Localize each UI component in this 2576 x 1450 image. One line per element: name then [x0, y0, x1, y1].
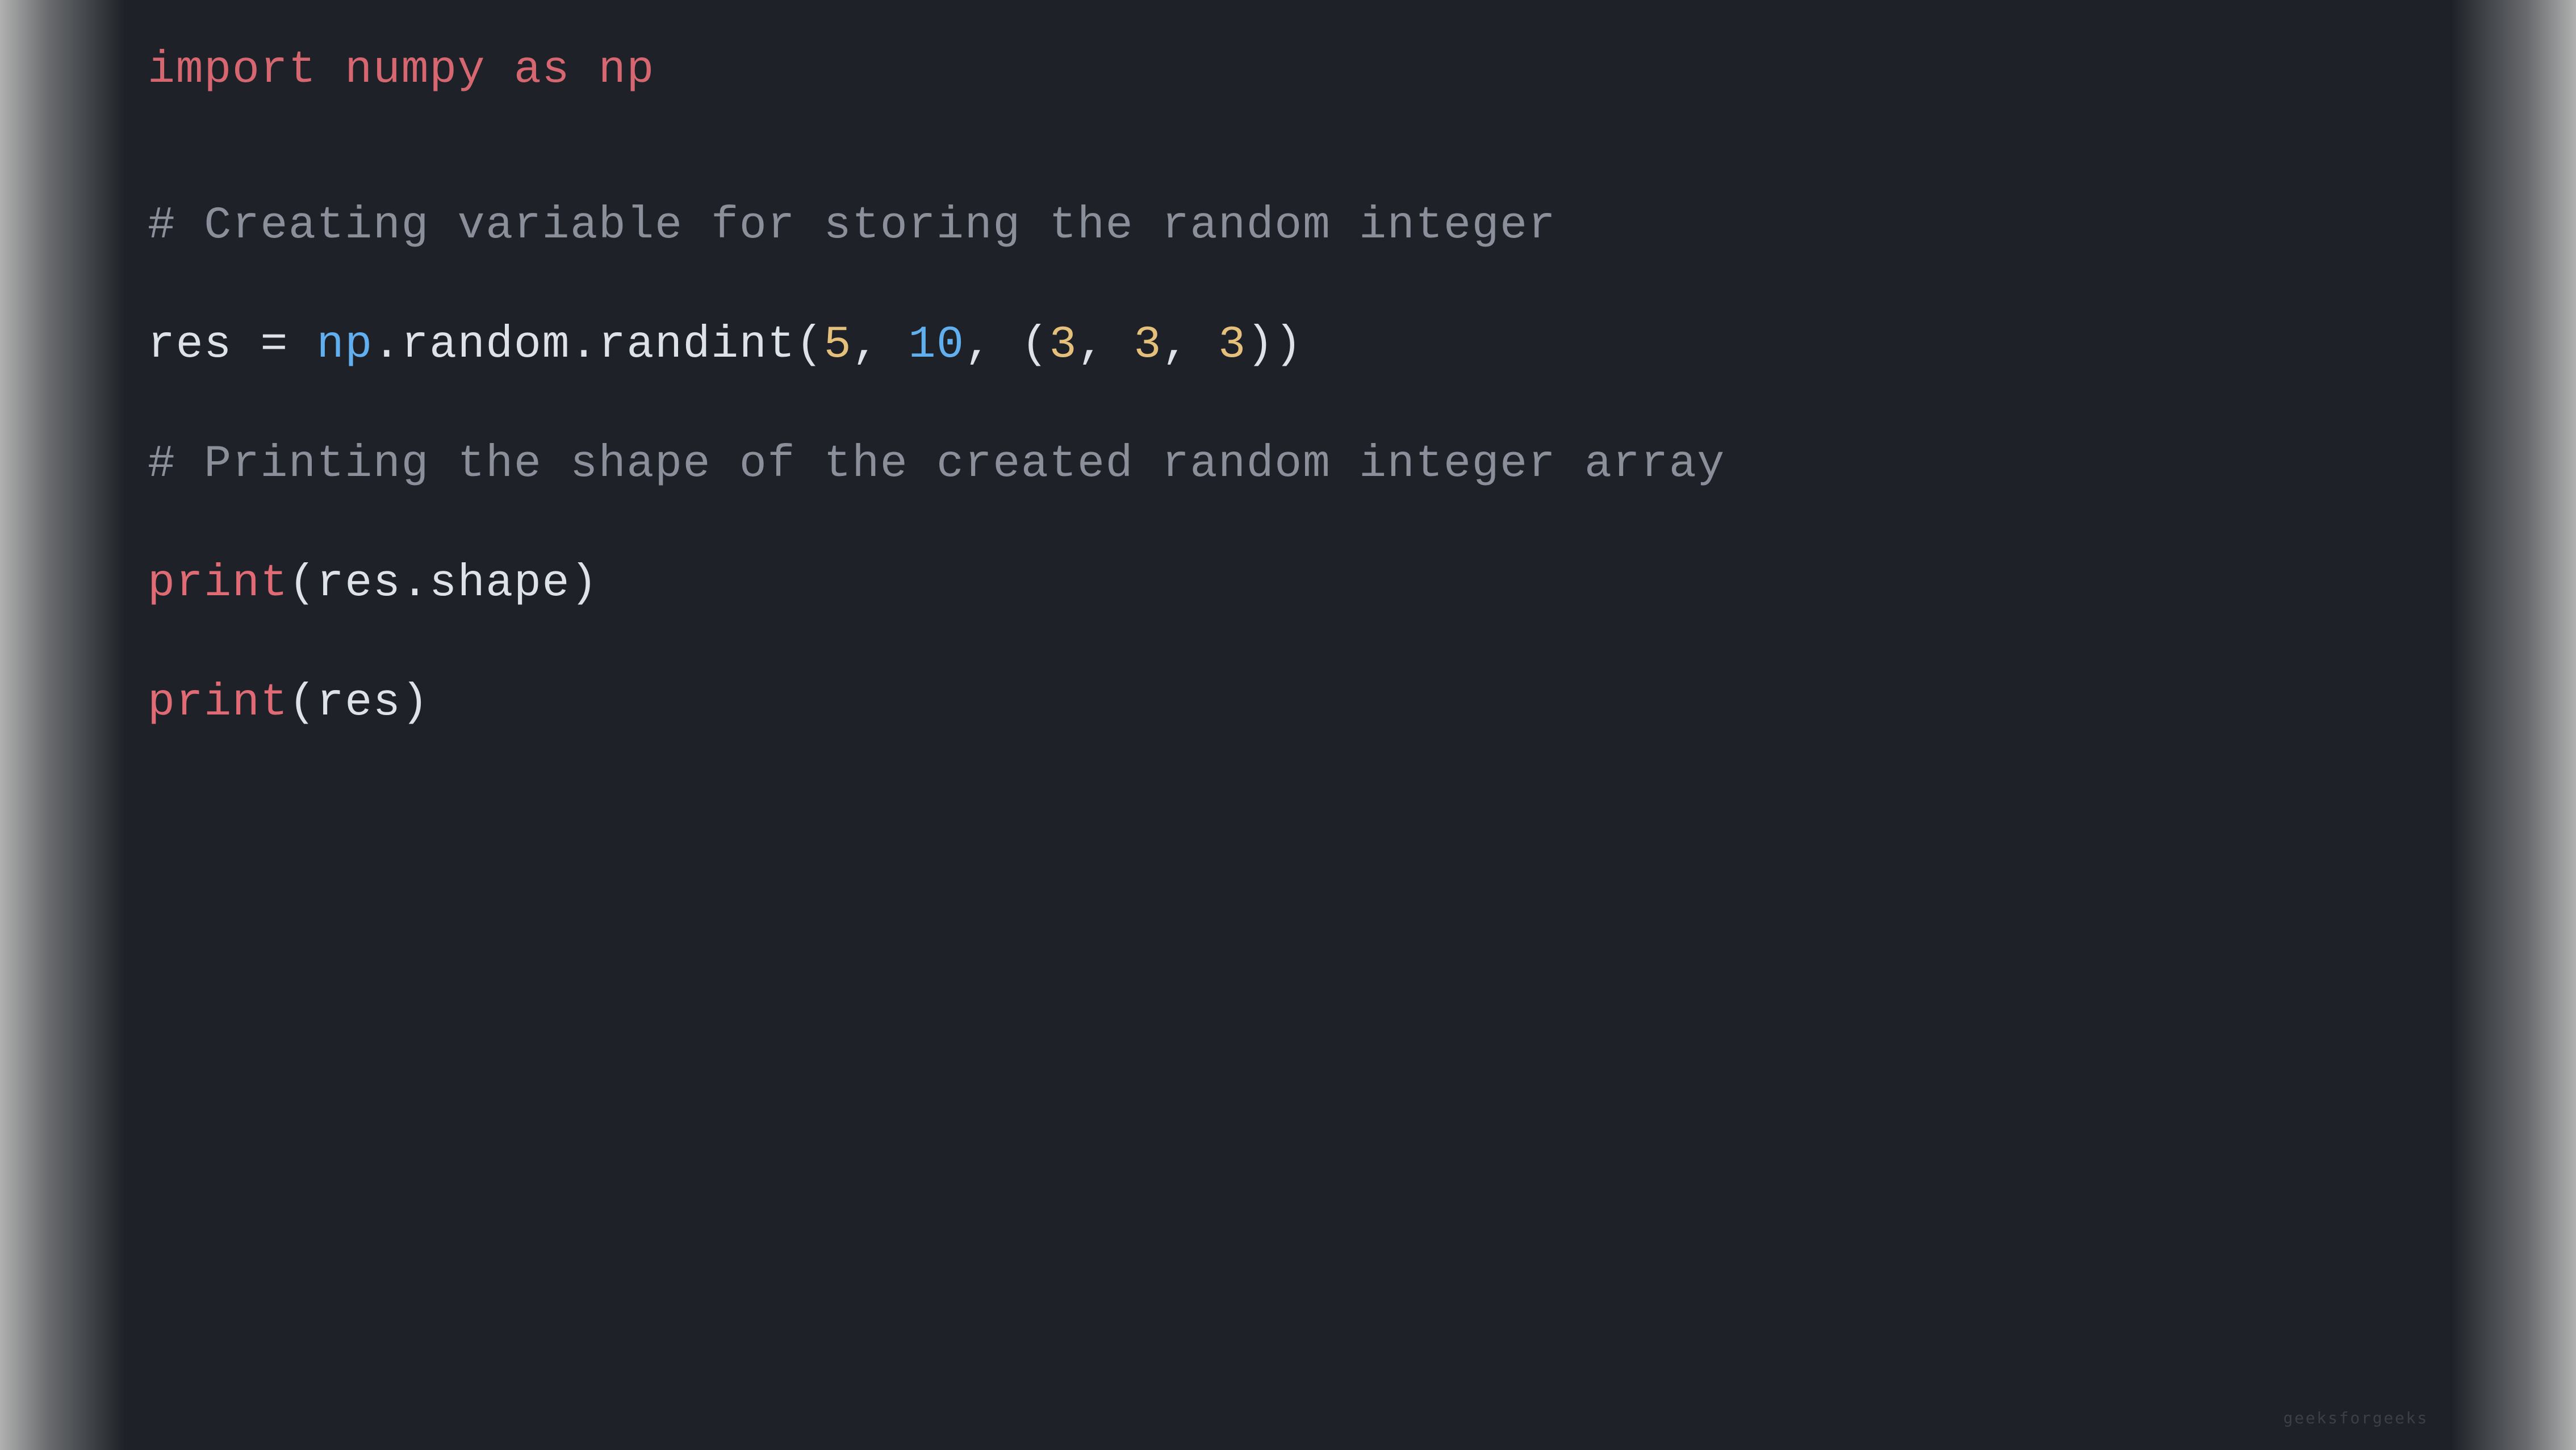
import-keyword: import numpy as np [148, 44, 655, 96]
print-content-2: (res) [288, 677, 429, 729]
watermark: geeksforgeeks [2283, 1409, 2428, 1427]
spacer-3 [148, 379, 2428, 431]
print-fn-2: print [148, 677, 288, 729]
num-3a: 3 [1049, 319, 1077, 371]
code-line-2: print(res.shape) [148, 550, 2428, 618]
code-line-3: print(res) [148, 669, 2428, 737]
spacer-1 [148, 141, 2428, 192]
comment-line-2: # Printing the shape of the created rand… [148, 431, 2428, 499]
num-3b: 3 [1134, 319, 1162, 371]
np-prefix: np [317, 319, 373, 371]
method-call: .random.randint( [373, 319, 824, 371]
sep-2: , ( [965, 319, 1049, 371]
num-10: 10 [908, 319, 964, 371]
spacer-2 [148, 260, 2428, 311]
spacer-4 [148, 499, 2428, 550]
closing-parens: )) [1247, 319, 1303, 371]
assign-op: = [232, 319, 317, 371]
print-fn-1: print [148, 558, 288, 609]
print-content-1: (res.shape) [288, 558, 599, 609]
code-line-1: res = np.random.randint(5, 10, (3, 3, 3)… [148, 311, 2428, 379]
code-container: import numpy as np # Creating variable f… [0, 0, 2576, 1450]
var-res: res [148, 319, 232, 371]
sep-4: , [1162, 319, 1218, 371]
comment-line-1: # Creating variable for storing the rand… [148, 192, 2428, 260]
spacer-5 [148, 618, 2428, 669]
sep-3: , [1077, 319, 1134, 371]
import-line: import numpy as np [148, 34, 2428, 107]
code-block: import numpy as np # Creating variable f… [148, 34, 2428, 737]
num-3c: 3 [1218, 319, 1247, 371]
num-5: 5 [824, 319, 852, 371]
sep-1: , [852, 319, 908, 371]
